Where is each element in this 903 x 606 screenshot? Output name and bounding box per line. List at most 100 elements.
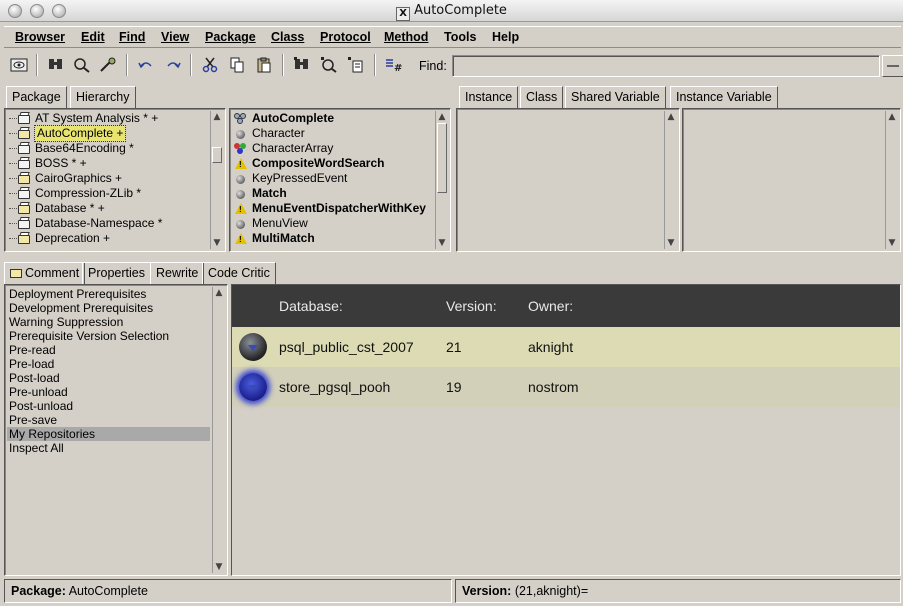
scroll-up-icon[interactable]: ▲ [211, 111, 223, 123]
scroll-up-icon[interactable]: ▲ [213, 287, 225, 299]
class-label: Character [252, 126, 305, 140]
package-list-item[interactable]: Database-Namespace * [7, 216, 209, 231]
status-version: Version: (21,aknight)= [455, 579, 901, 603]
menu-class[interactable]: Class [271, 30, 304, 44]
find-method-icon[interactable] [96, 53, 120, 77]
package-box [18, 190, 30, 199]
class-list-item[interactable]: CharacterArray [232, 141, 434, 156]
tab-comment[interactable]: Comment [4, 262, 86, 284]
properties-nav-item[interactable]: Inspect All [7, 441, 210, 455]
find-clear-button[interactable] [882, 55, 903, 77]
properties-nav-item[interactable]: Pre-save [7, 413, 210, 427]
redo-icon[interactable] [161, 53, 185, 77]
class-list[interactable]: AutoComplete Character CharacterArray! Comp… [232, 111, 434, 249]
package-list-scrollbar[interactable]: ▲ ▼ [210, 111, 223, 249]
method-list[interactable] [685, 111, 884, 249]
scroll-down-icon[interactable]: ▼ [886, 237, 898, 249]
find-input[interactable] [452, 55, 880, 77]
class-list-item[interactable]: KeyPressedEvent [232, 171, 434, 186]
find-class-icon[interactable] [70, 53, 94, 77]
menu-help[interactable]: Help [492, 30, 519, 44]
header-version: Version: [446, 298, 497, 314]
class-list-item[interactable]: MenuView [232, 216, 434, 231]
protocol-list[interactable] [459, 111, 663, 249]
class-list-item[interactable]: ! CompositeWordSearch [232, 156, 434, 171]
cut-icon[interactable] [198, 53, 222, 77]
menu-method[interactable]: Method [384, 30, 428, 44]
browse-icon[interactable] [7, 53, 31, 77]
tab-rewrite[interactable]: Rewrite [150, 262, 205, 284]
class-list-item[interactable]: ! MenuEventDispatcherWithKey [232, 201, 434, 216]
menu-browser[interactable]: Browser [15, 30, 65, 44]
menu-view[interactable]: View [161, 30, 189, 44]
properties-nav-item[interactable]: Development Prerequisites [7, 301, 210, 315]
repository-row[interactable]: psql_public_cst_2007 21 aknight [232, 327, 900, 367]
properties-nav-item[interactable]: Post-unload [7, 399, 210, 413]
scroll-down-icon[interactable]: ▼ [211, 237, 223, 249]
menu-package[interactable]: Package [205, 30, 256, 44]
class-list-scrollbar[interactable]: ▲ ▼ [435, 111, 448, 249]
method-list-scrollbar[interactable]: ▲ ▼ [885, 111, 898, 249]
scroll-up-icon[interactable]: ▲ [886, 111, 898, 123]
undo-icon[interactable] [134, 53, 158, 77]
properties-nav-item[interactable]: Pre-read [7, 343, 210, 357]
scroll-up-icon[interactable]: ▲ [665, 111, 677, 123]
properties-nav-item[interactable]: Post-load [7, 371, 210, 385]
class-list-item[interactable]: Match [232, 186, 434, 201]
menu-edit[interactable]: Edit [81, 30, 105, 44]
menu-protocol[interactable]: Protocol [320, 30, 371, 44]
package-list-item[interactable]: BOSS * + [7, 156, 209, 171]
tab-class[interactable]: Class [520, 86, 564, 108]
class-list-item[interactable]: AutoComplete [232, 111, 434, 126]
warning-icon: ! [234, 233, 247, 245]
multi-icon [234, 143, 246, 155]
tab-shared-variable[interactable]: Shared Variable [565, 86, 666, 108]
properties-nav-list[interactable]: Deployment Prerequisites Development Prer… [7, 287, 210, 573]
package-list-item[interactable]: AutoComplete + [7, 125, 209, 142]
repository-icon[interactable] [239, 333, 267, 361]
senders-icon[interactable] [290, 53, 314, 77]
find-icon[interactable] [44, 53, 68, 77]
tab-code-critic[interactable]: Code Critic [202, 262, 276, 284]
package-list-item[interactable]: Base64Encoding * [7, 141, 209, 156]
properties-nav-item[interactable]: My Repositories [7, 427, 210, 441]
package-list-item[interactable]: Compression-ZLib * [7, 186, 209, 201]
protocol-list-scrollbar[interactable]: ▲ ▼ [664, 111, 677, 249]
repository-row[interactable]: store_pgsql_pooh 19 nostrom [232, 367, 900, 407]
menu-find[interactable]: Find [119, 30, 145, 44]
package-list-item[interactable]: Database * + [7, 201, 209, 216]
scroll-down-icon[interactable]: ▼ [436, 237, 448, 249]
scroll-thumb[interactable] [437, 123, 447, 193]
class-icon [234, 173, 246, 185]
paste-icon[interactable] [252, 53, 276, 77]
scroll-up-icon[interactable]: ▲ [436, 111, 448, 123]
package-list-item[interactable]: AT System Analysis * + [7, 111, 209, 126]
active-repository-icon[interactable] [239, 373, 267, 401]
menu-tools[interactable]: Tools [444, 30, 476, 44]
scroll-down-icon[interactable]: ▼ [665, 237, 677, 249]
warning-mark: ! [239, 205, 242, 214]
properties-nav-scrollbar[interactable]: ▲ ▼ [212, 287, 225, 573]
tab-instance-variable[interactable]: Instance Variable [670, 86, 778, 108]
properties-nav-item[interactable]: Pre-load [7, 357, 210, 371]
package-box [18, 145, 30, 154]
package-list[interactable]: AT System Analysis * + AutoComplete + Base… [7, 111, 209, 249]
scroll-down-icon[interactable]: ▼ [213, 561, 225, 573]
properties-nav-item[interactable]: Deployment Prerequisites [7, 287, 210, 301]
tab-hierarchy[interactable]: Hierarchy [70, 86, 136, 108]
tab-properties[interactable]: Properties [82, 262, 151, 284]
copy-icon[interactable] [225, 53, 249, 77]
properties-nav-item[interactable]: Warning Suppression [7, 315, 210, 329]
package-list-item[interactable]: CairoGraphics + [7, 171, 209, 186]
hash-icon[interactable]: # [382, 53, 406, 77]
scroll-thumb[interactable] [212, 147, 222, 163]
package-list-item[interactable]: Deprecation + [7, 231, 209, 246]
class-list-item[interactable]: ! MultiMatch [232, 231, 434, 246]
references-icon[interactable] [344, 53, 368, 77]
properties-nav-item[interactable]: Pre-unload [7, 385, 210, 399]
properties-nav-item[interactable]: Prerequisite Version Selection [7, 329, 210, 343]
tab-package[interactable]: Package [6, 86, 67, 108]
class-list-item[interactable]: Character [232, 126, 434, 141]
tab-instance[interactable]: Instance [459, 86, 519, 108]
implementors-icon[interactable] [317, 53, 341, 77]
